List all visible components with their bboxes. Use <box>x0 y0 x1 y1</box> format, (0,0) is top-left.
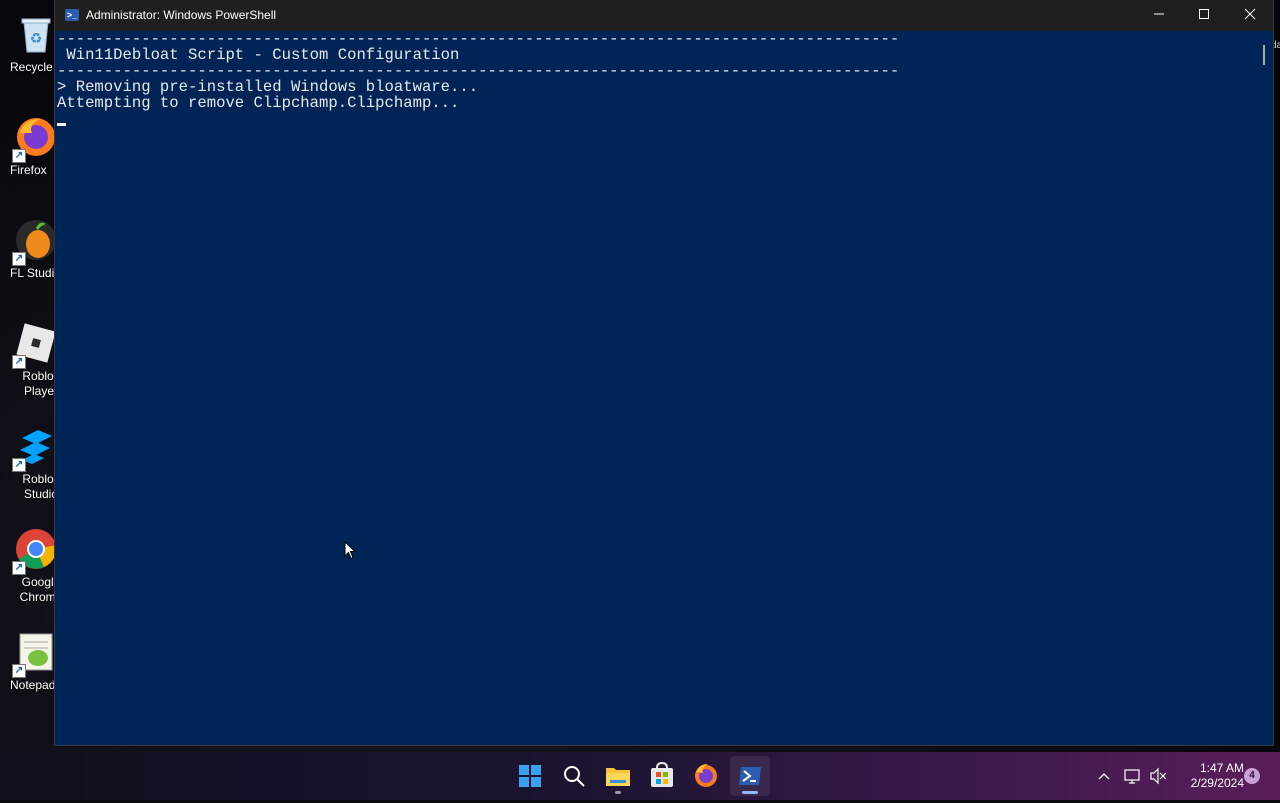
start-button[interactable] <box>510 756 550 796</box>
powershell-window[interactable]: >_ Administrator: Windows PowerShell ---… <box>54 0 1274 746</box>
windows-start-icon <box>519 765 541 787</box>
chrome-icon: ↗ <box>12 527 58 575</box>
window-titlebar[interactable]: >_ Administrator: Windows PowerShell <box>55 0 1273 31</box>
close-icon <box>1244 8 1256 20</box>
console-separator-line: ----------------------------------------… <box>57 30 900 48</box>
microsoft-store-icon <box>651 761 673 787</box>
powershell-taskbar-button[interactable] <box>730 756 770 796</box>
microsoft-store-button[interactable] <box>642 756 682 796</box>
firefox-icon: ↗ <box>12 115 58 163</box>
shortcut-arrow-icon: ↗ <box>12 252 26 266</box>
text-cursor <box>57 123 66 126</box>
search-icon <box>564 766 585 787</box>
shortcut-arrow-icon: ↗ <box>12 149 26 163</box>
volume-muted-icon <box>1150 767 1167 785</box>
chevron-up-icon <box>1098 773 1110 780</box>
scrollbar-thumb[interactable] <box>1263 45 1265 65</box>
shortcut-arrow-icon: ↗ <box>12 561 26 575</box>
taskbar: 1:47 AM 2/29/2024 <box>0 752 1280 800</box>
show-hidden-icons-button[interactable] <box>1094 752 1114 800</box>
clock-date: 2/29/2024 <box>1190 776 1244 790</box>
maximize-button[interactable] <box>1181 0 1227 31</box>
shortcut-arrow-icon: ↗ <box>12 355 26 369</box>
minimize-button[interactable] <box>1136 0 1182 31</box>
fl-studio-icon: ↗ <box>12 218 58 266</box>
running-indicator <box>615 791 621 794</box>
recycle-bin-icon: ♻ <box>14 12 58 56</box>
powershell-icon <box>739 767 761 785</box>
firefox-icon <box>695 764 717 787</box>
console-status-line: > Removing pre-installed Windows bloatwa… <box>57 78 479 96</box>
roblox-studio-icon: ↗ <box>12 424 58 472</box>
window-title: Administrator: Windows PowerShell <box>86 8 277 22</box>
shortcut-arrow-icon: ↗ <box>12 664 26 678</box>
search-button[interactable] <box>554 756 594 796</box>
minimize-icon <box>1154 13 1164 15</box>
shortcut-arrow-icon: ↗ <box>12 458 26 472</box>
console-scrollbar[interactable] <box>1255 31 1273 744</box>
roblox-player-icon: ↗ <box>12 321 58 369</box>
console-status-line: Attempting to remove Clipchamp.Clipchamp… <box>57 94 460 112</box>
taskbar-clock[interactable]: 1:47 AM 2/29/2024 <box>1172 761 1244 791</box>
active-indicator <box>742 791 758 794</box>
network-icon <box>1124 769 1140 784</box>
file-explorer-button[interactable] <box>598 756 638 796</box>
console-output[interactable]: ----------------------------------------… <box>55 31 1255 744</box>
svg-text:♻: ♻ <box>30 31 43 47</box>
notepad-plus-icon: ↗ <box>12 630 58 678</box>
firefox-taskbar-button[interactable] <box>686 756 726 796</box>
notification-badge[interactable]: 4 <box>1244 768 1260 784</box>
maximize-icon <box>1199 9 1209 19</box>
console-separator-line: ----------------------------------------… <box>57 62 900 80</box>
folder-icon <box>606 768 630 786</box>
volume-tray-button[interactable] <box>1148 752 1170 800</box>
clock-time: 1:47 AM <box>1199 761 1244 775</box>
console-script-title: Win11Debloat Script - Custom Configurati… <box>57 46 460 64</box>
network-tray-button[interactable] <box>1122 752 1144 800</box>
close-button[interactable] <box>1227 0 1273 31</box>
powershell-icon: >_ <box>65 9 79 21</box>
